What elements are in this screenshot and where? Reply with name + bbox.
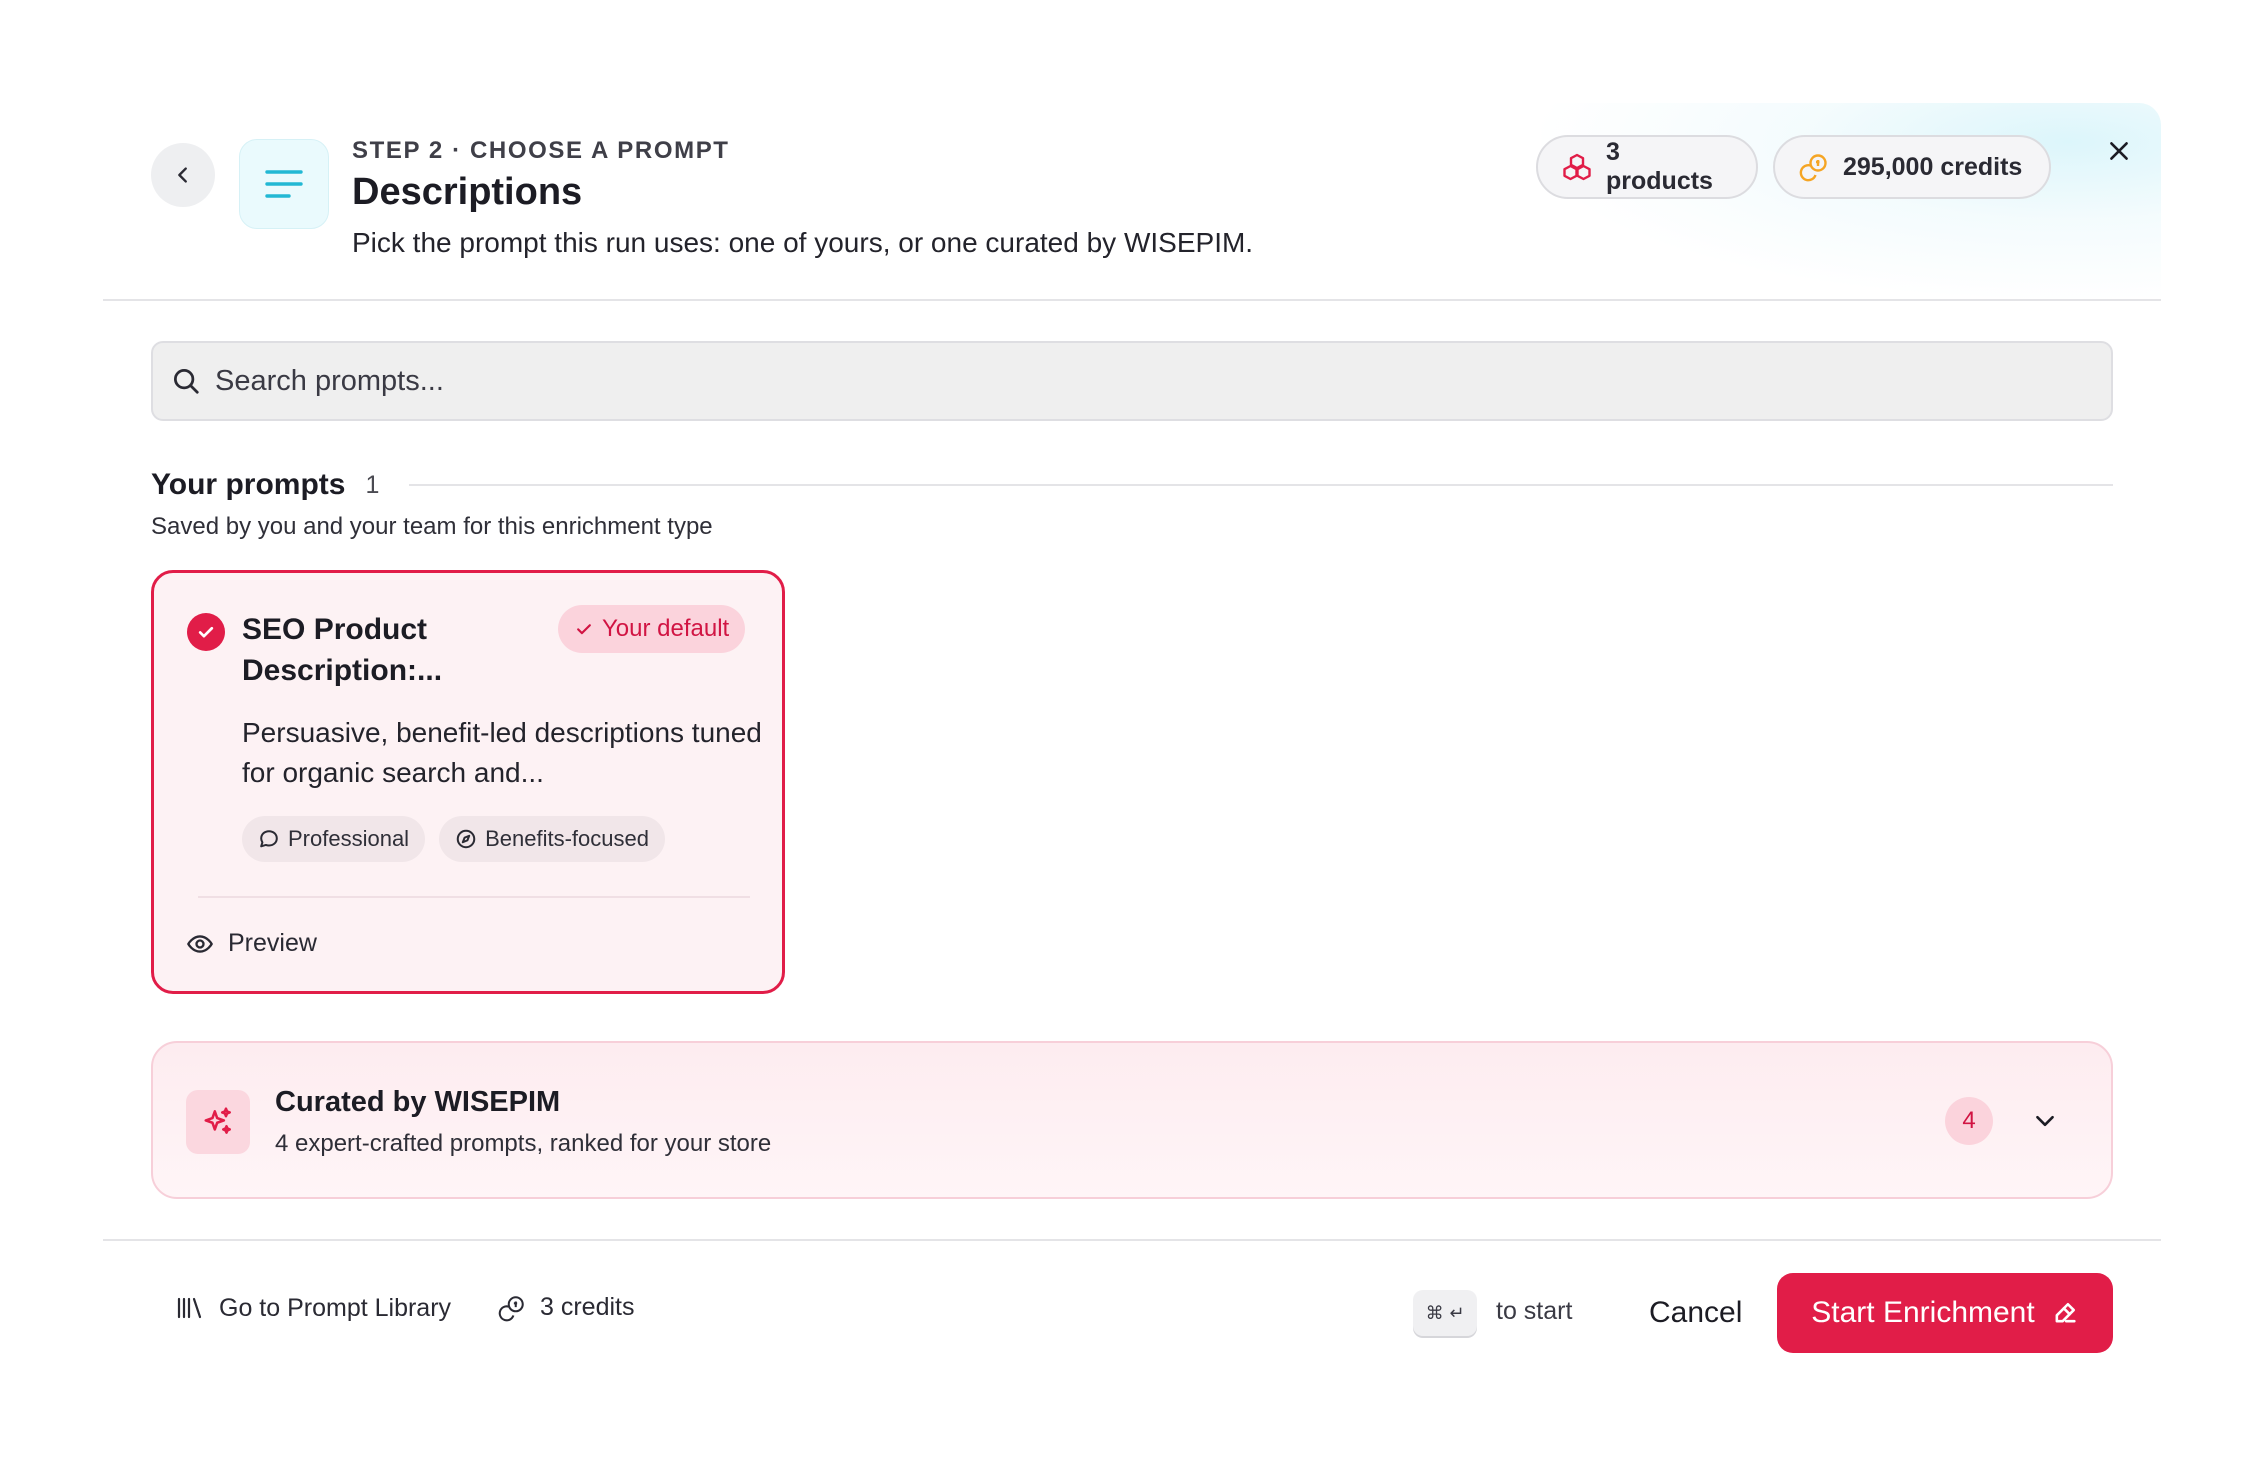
section-description: Saved by you and your team for this enri… (151, 513, 713, 540)
keyboard-shortcut: ⌘ ↵ (1413, 1290, 1477, 1336)
step-label: STEP 2 · CHOOSE A PROMPT (352, 137, 730, 164)
speech-bubble-icon (258, 828, 280, 850)
products-count: 3 products (1606, 138, 1713, 195)
prompt-tags: Professional Benefits-focused (242, 816, 665, 862)
default-badge: Your default (558, 605, 746, 653)
choose-prompt-dialog: STEP 2 · CHOOSE A PROMPT Descriptions Pi… (103, 103, 2161, 1373)
prompt-card-description: Persuasive, benefit-led descriptions tun… (242, 717, 762, 788)
header-divider (103, 299, 2161, 301)
credits-balance: 295,000 credits (1843, 152, 2023, 181)
sparkles-icon (201, 1105, 235, 1139)
eye-icon (186, 930, 214, 958)
compass-icon (455, 828, 477, 850)
chevron-left-icon (172, 164, 194, 186)
section-divider (409, 484, 2113, 486)
chevron-down-icon[interactable] (2025, 1101, 2065, 1141)
default-badge-label: Your default (602, 615, 730, 642)
shortcut-label: to start (1496, 1297, 1573, 1325)
page-subtitle: Pick the prompt this run uses: one of yo… (352, 227, 1254, 258)
prompt-card-title: SEO Product Description:... (242, 613, 443, 687)
start-enrichment-button[interactable]: Start Enrichment (1777, 1273, 2113, 1353)
text-lines-icon (264, 167, 304, 201)
back-button[interactable] (151, 143, 215, 207)
curated-icon-box (186, 1090, 250, 1154)
curated-subtitle: 4 expert-crafted prompts, ranked for you… (275, 1130, 772, 1157)
search-input[interactable] (215, 364, 2093, 398)
run-cost-label: 3 credits (540, 1293, 635, 1321)
tag-label: Professional (288, 826, 410, 851)
curated-title: Curated by WISEPIM (275, 1086, 561, 1118)
tag-focus: Benefits-focused (439, 816, 665, 862)
tag-label: Benefits-focused (485, 826, 649, 851)
curated-section-toggle[interactable]: Curated by WISEPIM 4 expert-crafted prom… (151, 1041, 2113, 1199)
library-icon (175, 1293, 205, 1323)
your-prompts-header: Your prompts 1 (151, 465, 2113, 505)
preview-label: Preview (228, 929, 317, 957)
cubes-icon (1562, 152, 1592, 182)
curated-count-badge: 4 (1945, 1097, 1993, 1145)
run-cost: 3 credits (498, 1293, 634, 1322)
preview-button[interactable]: Preview (186, 929, 317, 958)
card-divider (198, 896, 750, 898)
selected-check-icon (187, 613, 225, 651)
tag-tone: Professional (242, 816, 426, 862)
header-glow (1541, 103, 2161, 298)
close-button[interactable] (2095, 127, 2143, 175)
prompt-library-label: Go to Prompt Library (219, 1293, 452, 1322)
start-enrichment-label: Start Enrichment (1811, 1296, 2035, 1329)
close-icon (2106, 138, 2132, 164)
search-box[interactable] (151, 341, 2113, 421)
products-pill: 3 products (1536, 135, 1758, 199)
eraser-icon (2051, 1299, 2079, 1327)
cancel-button[interactable]: Cancel (1631, 1281, 1760, 1345)
coins-icon (498, 1294, 526, 1322)
prompt-card[interactable]: SEO Product Description:... Your default… (151, 570, 785, 994)
search-icon (171, 366, 201, 396)
check-icon (574, 619, 594, 639)
credits-pill: 295,000 credits (1773, 135, 2051, 199)
enrichment-type-icon (239, 139, 329, 229)
section-title: Your prompts (151, 468, 346, 501)
coins-icon (1799, 152, 1829, 182)
footer-divider (103, 1239, 2161, 1241)
page-title: Descriptions (352, 171, 583, 213)
prompt-library-link[interactable]: Go to Prompt Library (175, 1293, 451, 1323)
section-count: 1 (365, 470, 380, 499)
